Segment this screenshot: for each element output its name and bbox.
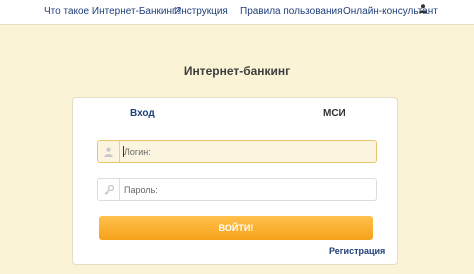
key-icon [104,184,114,195]
login-card: Вход МСИ ВОЙТИ! Регистрация [72,97,398,265]
tab-msi[interactable]: МСИ [323,108,346,119]
nav-link-instructions[interactable]: Инструкция [174,6,228,17]
tab-login[interactable]: Вход [130,108,155,119]
top-navigation: Что такое Интернет-Банкинг? Инструкция П… [0,0,474,25]
password-icon-box [98,179,120,200]
login-icon-box [98,141,120,162]
nav-link-what-is-ibanking[interactable]: Что такое Интернет-Банкинг? [44,6,181,17]
nav-link-terms-of-use[interactable]: Правила пользования [240,6,343,17]
login-field [97,140,377,163]
user-icon [104,147,113,157]
password-field [97,178,377,201]
page-title: Интернет-банкинг [183,64,291,78]
password-input[interactable] [124,179,372,200]
register-link[interactable]: Регистрация [329,246,385,256]
login-submit-button[interactable]: ВОЙТИ! [99,216,373,240]
user-icon[interactable] [419,4,427,13]
login-input[interactable] [124,141,372,162]
